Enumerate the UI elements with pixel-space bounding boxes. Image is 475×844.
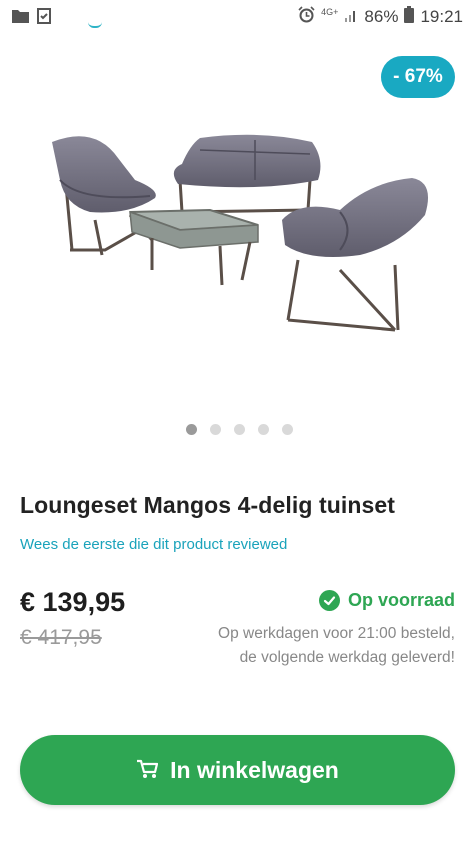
- carousel-dot[interactable]: [210, 424, 221, 435]
- check-circle-icon: [318, 590, 340, 611]
- network-type: 4G+: [321, 7, 339, 17]
- cart-icon: [136, 759, 159, 782]
- delivery-line-1: Op werkdagen voor 21:00 besteld,: [218, 625, 455, 642]
- signal-icon: [344, 7, 358, 27]
- carousel-dots: [186, 424, 293, 435]
- review-link[interactable]: Wees de eerste die dit product reviewed: [20, 536, 287, 553]
- add-to-cart-label: In winkelwagen: [170, 756, 339, 783]
- battery-icon: [404, 6, 415, 28]
- carousel-dot[interactable]: [282, 424, 293, 435]
- carousel-dot[interactable]: [186, 424, 197, 435]
- old-price: € 417,95: [20, 626, 102, 649]
- header-link-peek: [88, 22, 102, 28]
- current-price: € 139,95: [20, 587, 126, 617]
- carousel-dot[interactable]: [234, 424, 245, 435]
- clock: 19:21: [420, 7, 463, 26]
- product-title: Loungeset Mangos 4-delig tuinset: [20, 492, 396, 518]
- add-to-cart-button[interactable]: In winkelwagen: [20, 735, 455, 805]
- carousel-dot[interactable]: [258, 424, 269, 435]
- battery-percent: 86%: [364, 7, 399, 26]
- folder-icon: [12, 9, 29, 28]
- discount-badge: - 67%: [381, 56, 455, 98]
- stock-status: Op voorraad: [318, 590, 455, 611]
- stock-label: Op voorraad: [347, 590, 455, 610]
- status-bar: 4G+ 86% 19:21: [0, 0, 475, 34]
- checklist-icon: [37, 8, 51, 29]
- product-image[interactable]: [40, 120, 440, 350]
- alarm-icon: [298, 6, 315, 28]
- delivery-info: Op werkdagen voor 21:00 besteld, de volg…: [155, 622, 455, 670]
- delivery-line-2: de volgende werkdag geleverd!: [239, 649, 455, 666]
